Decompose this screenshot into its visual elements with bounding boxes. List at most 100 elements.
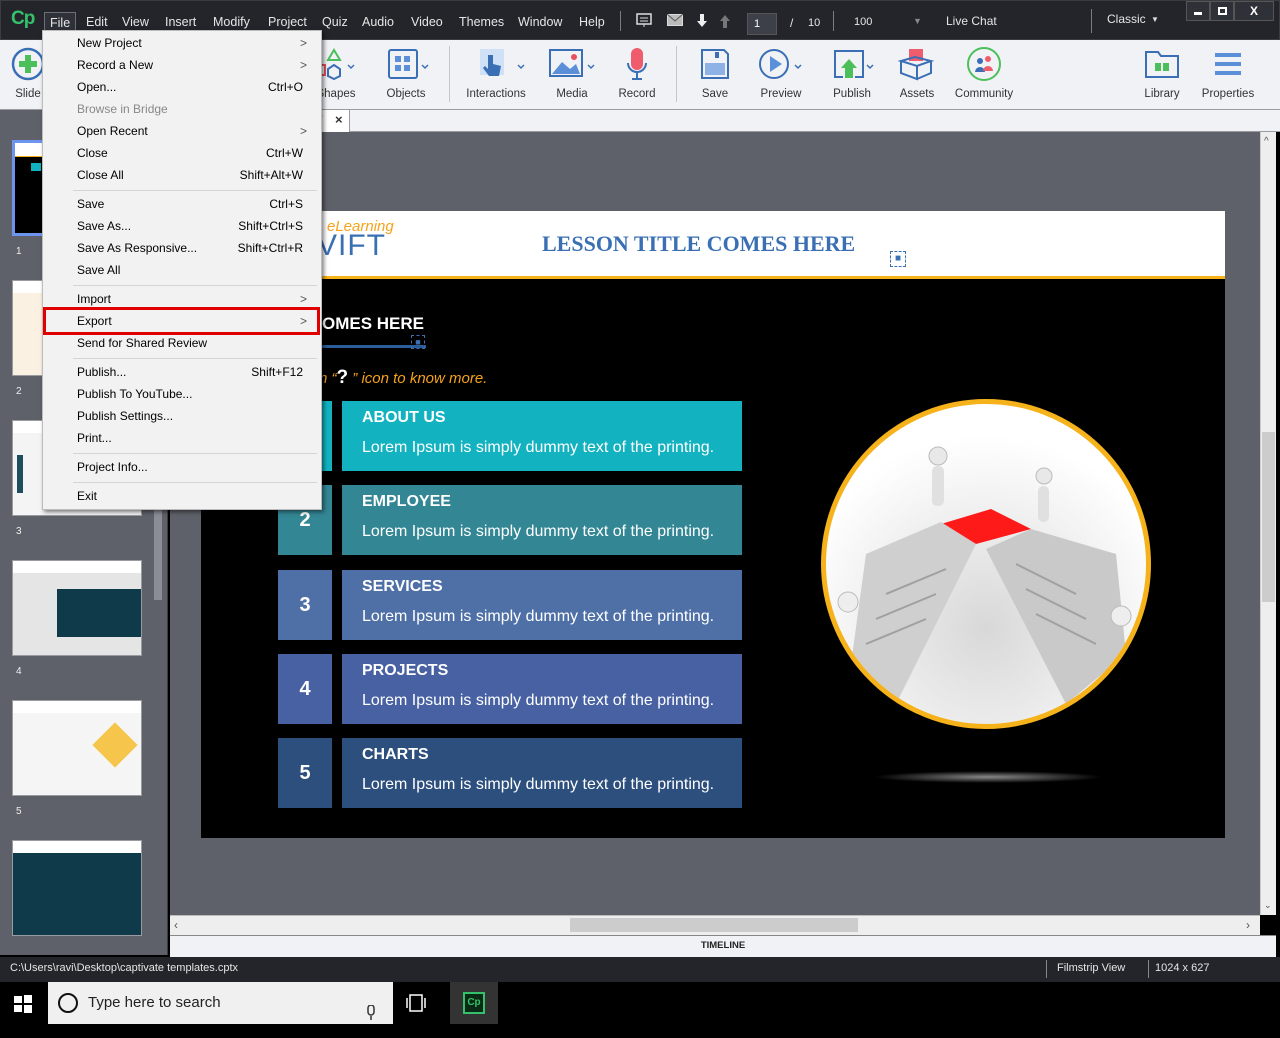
menu-insert[interactable]: Insert: [160, 12, 201, 32]
maximize-button[interactable]: [1210, 1, 1234, 21]
zoom-dropdown-icon[interactable]: ▼: [913, 16, 922, 26]
slide-thumbnail-4[interactable]: [12, 560, 142, 656]
taskbar-search-box[interactable]: Type here to search: [48, 982, 393, 1024]
minimize-button[interactable]: [1186, 1, 1210, 21]
menu-themes[interactable]: Themes: [454, 12, 509, 32]
menu-audio[interactable]: Audio: [357, 12, 399, 32]
toolbar-media-button[interactable]: Media: [545, 44, 599, 100]
menu-item-close-all[interactable]: Close All Shift+Alt+W: [77, 164, 317, 186]
list-item[interactable]: 3 SERVICES Lorem Ipsum is simply dummy t…: [278, 570, 742, 640]
menu-file[interactable]: File: [44, 12, 77, 32]
scroll-up-icon[interactable]: ^: [1264, 136, 1269, 147]
toolbar-objects-button[interactable]: Objects: [378, 44, 434, 100]
menu-item-record-a-new[interactable]: Record a New >: [77, 54, 317, 76]
list-item[interactable]: 4 PROJECTS Lorem Ipsum is simply dummy t…: [278, 654, 742, 724]
menu-item-send-for-shared-review[interactable]: Send for Shared Review: [77, 332, 317, 354]
live-chat-link[interactable]: Live Chat: [946, 14, 997, 28]
scroll-left-icon[interactable]: ‹: [174, 918, 178, 932]
section-title[interactable]: OMES HERE: [322, 314, 424, 334]
taskbar-captivate-app[interactable]: Cp: [450, 982, 498, 1024]
menu-item-publish-to-youtube[interactable]: Publish To YouTube...: [77, 383, 317, 405]
slide-header: eLearning VIFT LESSON TITLE COMES HERE ■: [201, 211, 1225, 279]
toolbar-save-button[interactable]: Save: [694, 44, 736, 100]
menu-item-open[interactable]: Open... Ctrl+O: [77, 76, 317, 98]
item-text: Lorem Ipsum is simply dummy text of the …: [362, 523, 715, 540]
vertical-scrollbar[interactable]: ^ ⌄: [1260, 132, 1276, 915]
menu-divider: [73, 453, 317, 454]
menu-item-project-info[interactable]: Project Info...: [77, 456, 317, 478]
menu-item-save-as[interactable]: Save As... Shift+Ctrl+S: [77, 215, 317, 237]
menu-item-close[interactable]: Close Ctrl+W: [77, 142, 317, 164]
item-number: 4: [278, 654, 332, 724]
menu-item-new-project[interactable]: New Project >: [77, 32, 317, 54]
menu-item-save-as-responsive[interactable]: Save As Responsive... Shift+Ctrl+R: [77, 237, 317, 259]
menu-quiz[interactable]: Quiz: [317, 12, 353, 32]
toolbar-record-button[interactable]: Record: [614, 44, 660, 100]
menu-item-exit[interactable]: Exit: [77, 485, 317, 507]
slide-thumbnail-6[interactable]: [12, 840, 142, 936]
toolbar-preview-button[interactable]: Preview: [755, 44, 807, 100]
menu-project[interactable]: Project: [263, 12, 312, 32]
toolbar-publish-button[interactable]: Publish: [826, 44, 878, 100]
export-highlight-box: [43, 307, 320, 335]
chevron-right-icon: >: [299, 36, 307, 50]
task-view-icon[interactable]: [406, 994, 426, 1015]
assets-icon: [895, 44, 939, 84]
menu-item-save[interactable]: Save Ctrl+S: [77, 193, 317, 215]
menu-video[interactable]: Video: [406, 12, 448, 32]
menu-item-publish[interactable]: Publish... Shift+F12: [77, 361, 317, 383]
shortcut: Ctrl+W: [266, 146, 303, 160]
toolbar-library-button[interactable]: Library: [1140, 44, 1184, 100]
stairs-illustration[interactable]: [821, 399, 1151, 729]
horizontal-scroll-thumb[interactable]: [570, 918, 858, 932]
upload-arrow-icon[interactable]: [719, 14, 731, 31]
timeline-panel-toggle[interactable]: TIMELINE: [170, 935, 1276, 957]
list-item[interactable]: 2 EMPLOYEE Lorem Ipsum is simply dummy t…: [278, 485, 742, 555]
toolbar-interactions-button[interactable]: Interactions: [461, 44, 531, 100]
close-tab-icon[interactable]: ×: [335, 112, 343, 127]
menu-edit[interactable]: Edit: [81, 12, 113, 32]
menu-item-publish-settings[interactable]: Publish Settings...: [77, 405, 317, 427]
list-item[interactable]: 5 CHARTS Lorem Ipsum is simply dummy tex…: [278, 738, 742, 808]
image-shadow: [873, 771, 1103, 783]
item-body: PROJECTS Lorem Ipsum is simply dummy tex…: [342, 654, 742, 724]
microphone-icon[interactable]: [366, 996, 376, 1038]
scroll-right-icon[interactable]: ›: [1246, 918, 1250, 932]
menu-item-save-all[interactable]: Save All: [77, 259, 317, 281]
horizontal-scrollbar[interactable]: ‹ ›: [170, 915, 1260, 935]
shortcut: Shift+Ctrl+R: [237, 241, 303, 255]
item-text: Lorem Ipsum is simply dummy text of the …: [362, 608, 715, 625]
slide-thumbnail-5[interactable]: [12, 700, 142, 796]
menu-item-open-recent[interactable]: Open Recent >: [77, 120, 317, 142]
slide-notes-icon[interactable]: [636, 13, 652, 31]
workspace-dropdown-icon[interactable]: ▼: [1151, 15, 1159, 24]
list-item[interactable]: 1 ABOUT US Lorem Ipsum is simply dummy t…: [278, 401, 742, 471]
save-icon: [694, 44, 736, 84]
toolbar-assets-button[interactable]: Assets: [895, 44, 939, 100]
menu-view[interactable]: View: [117, 12, 154, 32]
slide-canvas[interactable]: eLearning VIFT LESSON TITLE COMES HERE ■…: [201, 211, 1225, 838]
hint-text: n “? ” icon to know more.: [319, 367, 488, 388]
current-page-input[interactable]: 1: [747, 13, 777, 35]
mail-icon[interactable]: [666, 13, 684, 29]
windows-start-icon[interactable]: [14, 995, 32, 1016]
item-body: EMPLOYEE Lorem Ipsum is simply dummy tex…: [342, 485, 742, 555]
menu-modify[interactable]: Modify: [208, 12, 255, 32]
menu-help[interactable]: Help: [574, 12, 610, 32]
menu-window[interactable]: Window: [513, 12, 567, 32]
menu-item-print[interactable]: Print...: [77, 427, 317, 449]
item-title: EMPLOYEE: [362, 493, 451, 510]
slide-resolution: 1024 x 627: [1155, 962, 1210, 974]
vertical-scroll-thumb[interactable]: [1262, 432, 1275, 602]
scroll-down-icon[interactable]: ⌄: [1264, 900, 1272, 911]
download-arrow-icon[interactable]: [696, 14, 708, 31]
toolbar-properties-button[interactable]: Properties: [1199, 44, 1257, 100]
close-window-button[interactable]: X: [1234, 1, 1274, 21]
lesson-title[interactable]: LESSON TITLE COMES HERE: [542, 231, 855, 257]
zoom-level[interactable]: 100: [854, 16, 872, 28]
toolbar-community-button[interactable]: Community: [951, 44, 1017, 100]
slide-number: 5: [16, 806, 22, 817]
page-separator: /: [790, 16, 794, 30]
item-text: Lorem Ipsum is simply dummy text of the …: [362, 776, 715, 793]
workspace-selector[interactable]: Classic: [1107, 12, 1146, 26]
